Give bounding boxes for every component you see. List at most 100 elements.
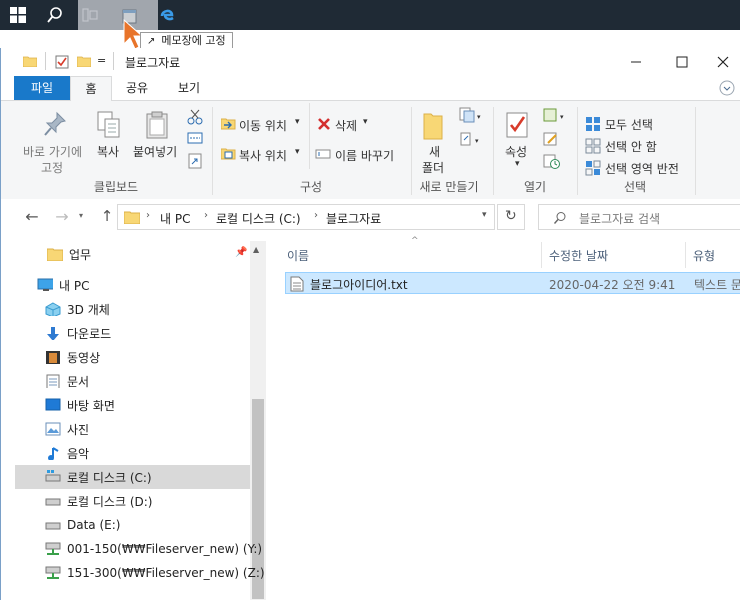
search-icon (553, 212, 566, 224)
new-folder-button[interactable]: 새 폴더 (417, 105, 451, 175)
scroll-up-icon[interactable]: ▲ (253, 245, 259, 254)
nav-item-label: 001-150(₩₩Fileserver_new) (Y:) (67, 542, 263, 556)
new-folder-qa-icon[interactable] (77, 55, 91, 67)
pin-label-2: 고정 (41, 161, 64, 175)
new-folder-label-2: 폴더 (422, 161, 445, 175)
search-icon (47, 7, 62, 23)
title-bar: = 블로그자료 (1, 48, 740, 76)
network-drive-icon (45, 566, 61, 579)
nav-item-videos[interactable]: 동영상 (15, 345, 250, 369)
open-icon[interactable]: ▾ (543, 107, 569, 123)
nav-item-network-z[interactable]: 151-300(₩₩Fileserver_new) (Z:) (15, 561, 265, 585)
forward-arrow-icon: → (55, 207, 69, 226)
nav-item-pictures[interactable]: 사진 (15, 417, 250, 441)
copy-to-icon (221, 148, 236, 160)
address-dropdown-icon[interactable]: ▾ (482, 210, 487, 220)
column-header-type[interactable]: 유형 (693, 246, 740, 266)
nav-item-downloads[interactable]: 다운로드 (15, 321, 250, 345)
cut-icon[interactable] (187, 109, 203, 125)
crumb-blog-folder[interactable]: 블로그자료 (326, 210, 381, 227)
nav-item-label: 문서 (67, 374, 90, 389)
customize-qa-toolbar[interactable]: = (97, 54, 106, 67)
svg-text:▾: ▾ (560, 113, 564, 121)
nav-item-music[interactable]: 음악 (15, 441, 250, 465)
search-button[interactable] (40, 0, 70, 30)
tab-file[interactable]: 파일 (14, 76, 70, 100)
column-header-name[interactable]: 이름 (287, 246, 541, 266)
nav-item-label: 로컬 디스크 (D:) (67, 494, 153, 509)
properties-check-icon[interactable] (55, 54, 69, 69)
nav-item-local-disk-c[interactable]: 로컬 디스크 (C:) (15, 465, 250, 489)
crumb-separator-icon: › (146, 210, 150, 221)
new-item-icon[interactable]: ▾ (459, 107, 483, 123)
start-button[interactable] (0, 0, 36, 30)
search-input[interactable]: 블로그자료 검색 (538, 204, 740, 230)
paste-shortcut-icon[interactable] (187, 153, 203, 169)
cube-3d-icon (45, 302, 61, 316)
history-icon[interactable] (543, 153, 561, 169)
up-button[interactable]: ↑ (97, 207, 117, 229)
minimize-button[interactable] (613, 48, 659, 76)
crumb-this-pc[interactable]: 내 PC (160, 210, 190, 227)
paste-button[interactable]: 붙여넣기 (131, 105, 183, 165)
download-arrow-icon (47, 327, 59, 340)
recent-locations-button[interactable]: ▾ (79, 211, 91, 227)
copy-button[interactable]: 복사 (91, 105, 127, 165)
search-placeholder: 블로그자료 검색 (579, 212, 661, 226)
close-button[interactable] (705, 48, 740, 76)
edit-icon[interactable] (543, 131, 561, 147)
folder-icon (47, 248, 63, 261)
picture-icon (45, 422, 61, 436)
nav-item-documents[interactable]: 문서 (15, 369, 250, 393)
text-file-icon (290, 276, 304, 292)
move-to-icon (221, 118, 236, 130)
ribbon-expand-button[interactable] (711, 80, 740, 96)
nav-item-data-e[interactable]: Data (E:) (15, 513, 250, 537)
easy-access-icon[interactable]: ▾ (459, 131, 483, 147)
music-note-icon (48, 447, 59, 460)
ribbon-tabs: 파일 홈 공유 보기 (1, 76, 740, 102)
rename-button[interactable]: 이름 바꾸기 (315, 145, 405, 165)
copy-label: 복사 (97, 145, 120, 159)
maximize-button[interactable] (659, 48, 705, 76)
back-button[interactable]: ← (21, 207, 43, 229)
column-header-date[interactable]: 수정한 날짜 (549, 246, 685, 266)
copy-path-icon[interactable] (187, 131, 203, 145)
address-bar[interactable]: › 내 PC › 로컬 디스크 (C:) › 블로그자료 ▾ (117, 204, 495, 230)
clipboard-icon (146, 111, 168, 139)
delete-button[interactable]: 삭제 ▾ (315, 115, 375, 135)
file-row[interactable]: 블로그아이디어.txt 2020-04-22 오전 9:41 텍스트 문 (285, 272, 740, 294)
edge-button[interactable] (156, 0, 178, 30)
open-group-label: 열기 (523, 180, 547, 194)
tab-share[interactable]: 공유 (115, 76, 159, 100)
tab-home[interactable]: 홈 (70, 76, 112, 102)
drive-icon (45, 470, 61, 482)
up-arrow-icon: ↑ (100, 207, 114, 225)
select-none-button[interactable]: 선택 안 함 (585, 137, 695, 155)
nav-item-desktop[interactable]: 바탕 화면 (15, 393, 250, 417)
chevron-down-icon: ▾ (79, 211, 84, 220)
nav-item-label: 바탕 화면 (67, 398, 115, 413)
tab-view[interactable]: 보기 (167, 76, 211, 100)
forward-button[interactable]: → (51, 207, 73, 229)
organize-group-label: 구성 (299, 180, 323, 194)
copy-to-button[interactable]: 복사 위치 ▾ (221, 145, 305, 165)
move-to-button[interactable]: 이동 위치 ▾ (221, 115, 305, 135)
new-group-label: 새로 만들기 (419, 180, 479, 194)
nav-item-work[interactable]: 업무 📌 (15, 242, 250, 266)
minimize-icon (631, 61, 641, 63)
select-all-button[interactable]: 모두 선택 (585, 115, 695, 133)
refresh-button[interactable]: ↻ (497, 204, 525, 230)
pin-to-quick-access-button[interactable]: 바로 가기에 고정 (21, 105, 89, 179)
file-modified: 2020-04-22 오전 9:41 (549, 278, 676, 292)
nav-item-this-pc[interactable]: 내 PC (15, 273, 250, 297)
maximize-icon (676, 56, 688, 68)
crumb-local-disk-c[interactable]: 로컬 디스크 (C:) (216, 210, 301, 227)
nav-item-3d-objects[interactable]: 3D 개체 (15, 297, 250, 321)
nav-item-network-y[interactable]: 001-150(₩₩Fileserver_new) (Y:) (15, 537, 262, 561)
desktop-icon (45, 398, 61, 411)
nav-item-local-disk-d[interactable]: 로컬 디스크 (D:) (15, 489, 250, 513)
properties-button[interactable]: 속성 ▾ (499, 105, 537, 169)
dragged-notepad-thumbnail[interactable] (78, 0, 158, 30)
invert-selection-button[interactable]: 선택 영역 반전 (585, 159, 695, 177)
